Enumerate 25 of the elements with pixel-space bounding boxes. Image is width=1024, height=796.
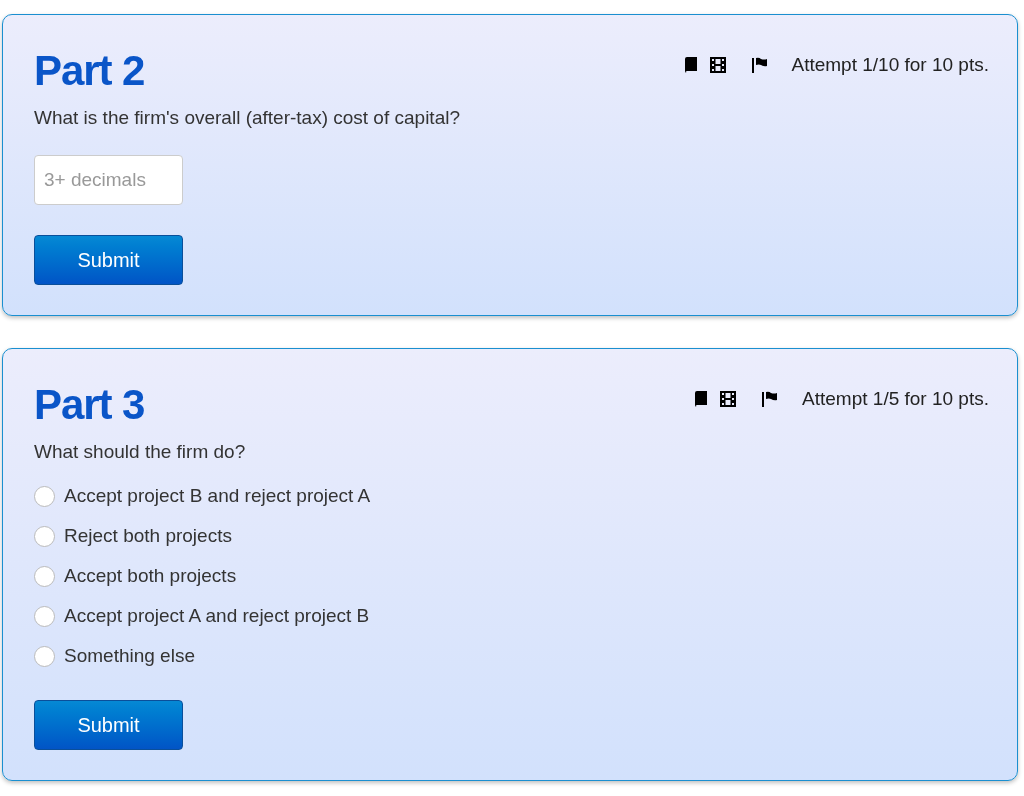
option-label[interactable]: Reject both projects (64, 521, 232, 551)
answer-field[interactable]: 3+ decimals (34, 154, 183, 205)
flag-icon[interactable] (751, 57, 768, 74)
part-title: Part 2 (34, 48, 145, 94)
flag-icon[interactable] (762, 390, 779, 407)
question-text: What is the firm's overall (after-tax) cost of capital? (34, 106, 461, 130)
film-icon[interactable] (709, 57, 726, 74)
radio-button[interactable] (34, 605, 55, 627)
option-label[interactable]: Accept project A and reject project B (64, 601, 370, 631)
submit-button[interactable]: Submit (34, 700, 183, 750)
book-icon[interactable] (683, 57, 698, 74)
question-text: What should the firm do? (34, 439, 247, 464)
option-label[interactable]: Accept both projects (64, 561, 237, 591)
attempt-info: Attempt 1/5 for 10 pts. (802, 386, 989, 411)
attempt-info: Attempt 1/10 for 10 pts. (791, 53, 989, 77)
option-label[interactable]: Something else (64, 641, 195, 671)
radio-button[interactable] (34, 565, 55, 587)
submit-button[interactable]: Submit (34, 234, 183, 285)
radio-button[interactable] (34, 525, 55, 547)
film-icon[interactable] (720, 390, 737, 407)
part-title: Part 3 (34, 381, 145, 428)
radio-button[interactable] (34, 645, 55, 667)
radio-button[interactable] (34, 485, 55, 507)
option-label[interactable]: Accept project B and reject project A (64, 481, 371, 511)
book-icon[interactable] (694, 390, 709, 407)
